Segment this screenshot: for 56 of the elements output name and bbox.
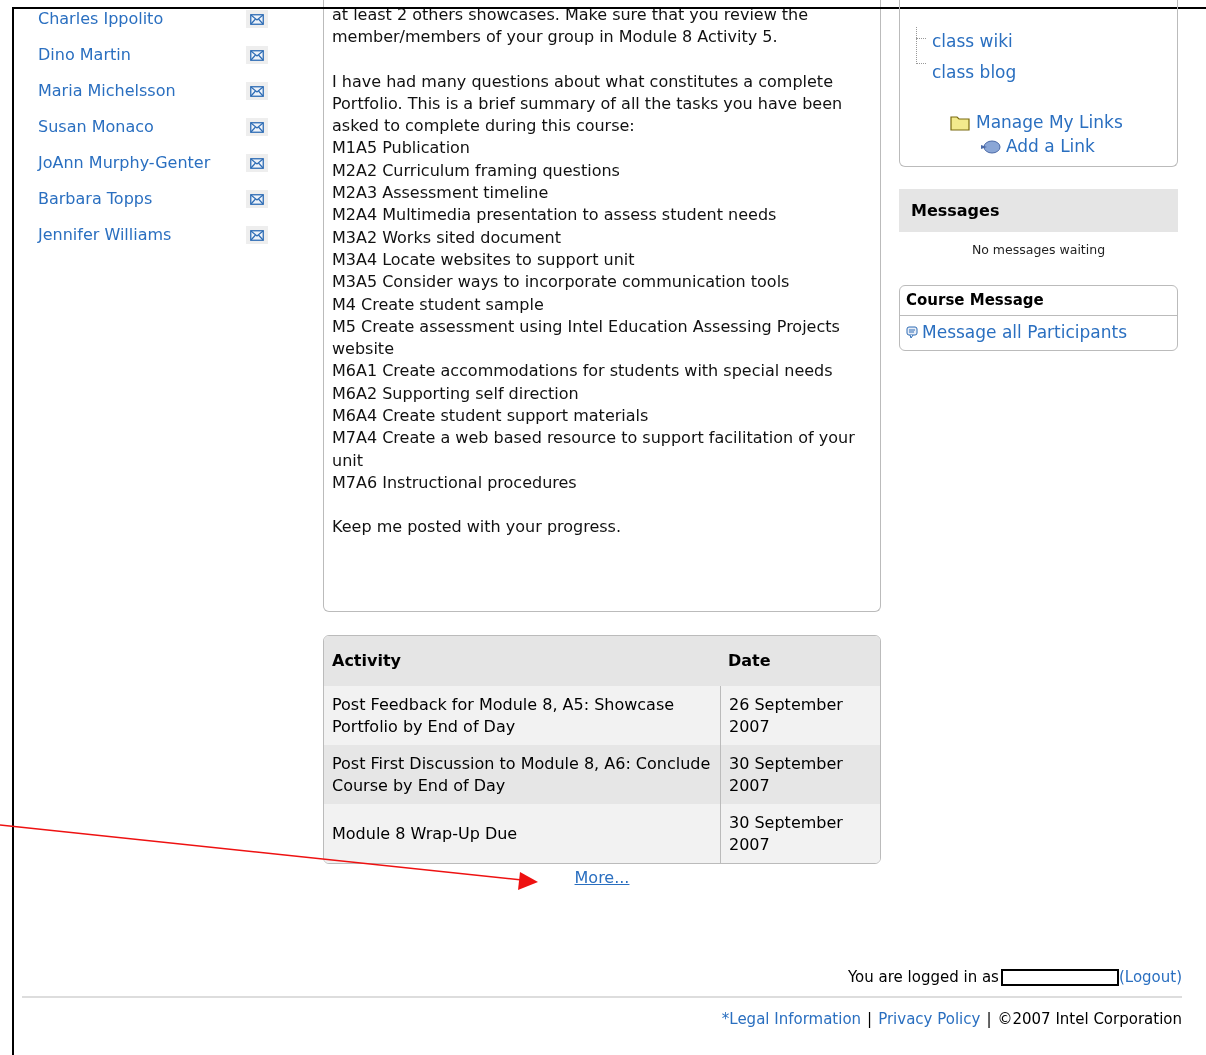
message-participants-link[interactable]: Message all Participants — [922, 320, 1128, 346]
task-item: M3A4 Locate websites to support unit — [332, 248, 636, 271]
email-icon[interactable] — [246, 46, 268, 64]
panel-header: Messages — [899, 189, 1178, 232]
participant-link[interactable]: Maria Michelsson — [38, 80, 238, 102]
task-item: M2A3 Assessment timeline — [332, 182, 550, 205]
task-item: M5 Create assessment using Intel Education Assessing Projects website — [332, 315, 841, 361]
task-item: M3A2 Works sited document — [332, 226, 562, 249]
add-link-link[interactable]: Add a Link — [1006, 134, 1095, 160]
footer-text: ©2007 Intel Corporation — [997, 1009, 1182, 1030]
link-item[interactable]: class wiki — [932, 28, 1013, 55]
manage-links-link[interactable]: Manage My Links — [976, 110, 1123, 136]
message-paragraph: I have had many questions about what constitutes a complete Portfolio. This is a brief summary of all the tasks you have been asked to complete during this course: — [332, 70, 844, 138]
email-icon[interactable] — [246, 190, 268, 208]
more-link[interactable]: More... — [574, 866, 630, 890]
email-icon[interactable] — [246, 10, 268, 28]
footer-link[interactable]: Privacy Policy — [878, 1008, 981, 1031]
participant-link[interactable]: Susan Monaco — [38, 116, 238, 138]
table-cell-text: Post Feedback for Module 8, A5: Showcase Portfolio by End of Day — [332, 693, 676, 738]
task-item: M6A2 Supporting self direction — [332, 382, 580, 405]
table-cell: Module 8 Wrap-Up Due — [332, 822, 518, 845]
logout-link[interactable]: (Logout) — [1118, 965, 1182, 989]
table-cell-text: 30 September 2007 — [729, 752, 844, 797]
participant-link[interactable]: Dino Martin — [38, 44, 238, 66]
panel-header: Course Message — [906, 290, 1044, 311]
task-item: M6A4 Create student support materials — [332, 405, 650, 428]
participant-link[interactable]: Jennifer Williams — [38, 224, 238, 246]
table-cell-text: Post First Discussion to Module 8, A6: Conclude Course by End of Day — [332, 752, 712, 797]
column-header: Activity — [331, 650, 402, 672]
email-icon[interactable] — [246, 82, 268, 100]
task-item: M7A4 Create a web based resource to support facilitation of your unit — [332, 427, 856, 472]
task-item: M6A1 Create accommodations for students with special needs — [332, 360, 834, 383]
footer-text: | — [867, 1009, 873, 1030]
task-item: M1A5 Publication — [332, 137, 471, 160]
footer-link[interactable]: *Legal Information — [721, 1008, 862, 1031]
status-text: No messages waiting — [971, 241, 1106, 259]
closing-text: Keep me posted with your progress. — [332, 516, 623, 539]
table-cell-text: 30 September 2007 — [729, 811, 844, 856]
task-item: M2A4 Multimedia presentation to assess student needs — [332, 204, 778, 227]
task-item: M3A5 Consider ways to incorporate communication tools — [332, 271, 791, 294]
link-item[interactable]: class blog — [932, 59, 1017, 86]
task-item: M2A2 Curriculum framing questions — [332, 159, 621, 182]
folder-icon — [950, 114, 970, 132]
footer-text: | — [986, 1009, 992, 1030]
login-text: You are logged in as — [847, 966, 999, 988]
email-icon[interactable] — [246, 154, 268, 172]
participant-link[interactable]: Barbara Topps — [38, 188, 238, 210]
participant-link[interactable]: Charles Ippolito — [38, 8, 238, 30]
task-item: M4 Create student sample — [332, 293, 545, 316]
participant-link[interactable]: JoAnn Murphy-Genter — [38, 152, 238, 174]
speech-bubble-icon — [906, 325, 918, 340]
task-item: M7A6 Instructional procedures — [332, 471, 578, 494]
table-cell-text: 26 September 2007 — [729, 693, 844, 738]
email-icon[interactable] — [246, 118, 268, 136]
email-icon[interactable] — [246, 226, 268, 244]
column-header: Date — [727, 650, 771, 672]
